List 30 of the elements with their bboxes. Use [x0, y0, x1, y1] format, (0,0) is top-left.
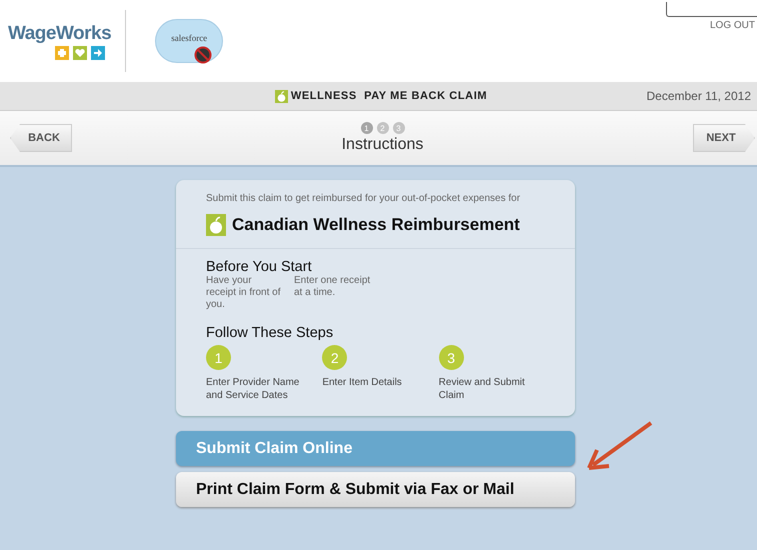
intro-text: Submit this claim to get reimbursed for your out-of-pocket expenses for — [206, 192, 522, 205]
page-heading: WELLNESS PAY ME BACK CLAIM — [290, 90, 488, 102]
step-text: Enter Provider Name and Service Dates — [206, 376, 300, 402]
step-number: 3 — [438, 345, 464, 370]
tip-text: Have your receipt in front of you. — [206, 275, 282, 311]
print-form-button[interactable]: Print Claim Form & Submit via Fax or Mail — [176, 472, 575, 507]
apple-icon — [274, 90, 288, 102]
step-dot: 1 — [360, 122, 372, 134]
step-number: 1 — [206, 345, 231, 370]
cloud-logo: salesforce — [156, 20, 222, 62]
stamp-icon — [194, 46, 212, 64]
date-text: December 11, 2012 — [646, 89, 751, 103]
plan-name: Canadian Wellness Reimbursement — [232, 215, 520, 235]
page-title: Instructions — [342, 136, 424, 154]
logo-squares-icon — [55, 46, 106, 60]
logout-link[interactable]: LOG OUT — [710, 20, 755, 31]
next-button[interactable]: NEXT — [693, 124, 755, 152]
step-text: Review and Submit Claim — [438, 376, 526, 402]
step-text: Enter Item Details — [322, 376, 403, 389]
arrow-drawing — [585, 420, 655, 470]
step-dot: 2 — [376, 122, 388, 134]
back-button[interactable]: BACK — [10, 124, 72, 152]
step-dot: 3 — [392, 122, 404, 134]
step-number: 2 — [322, 345, 348, 370]
wageworks-logo-text: WageWorks — [8, 22, 112, 44]
section-heading: Follow These Steps — [206, 325, 334, 341]
apple-icon — [206, 214, 226, 236]
tip-text: Enter one receipt at a time. — [294, 275, 372, 300]
section-heading: Before You Start — [206, 259, 313, 275]
account-box[interactable] — [666, 2, 757, 17]
